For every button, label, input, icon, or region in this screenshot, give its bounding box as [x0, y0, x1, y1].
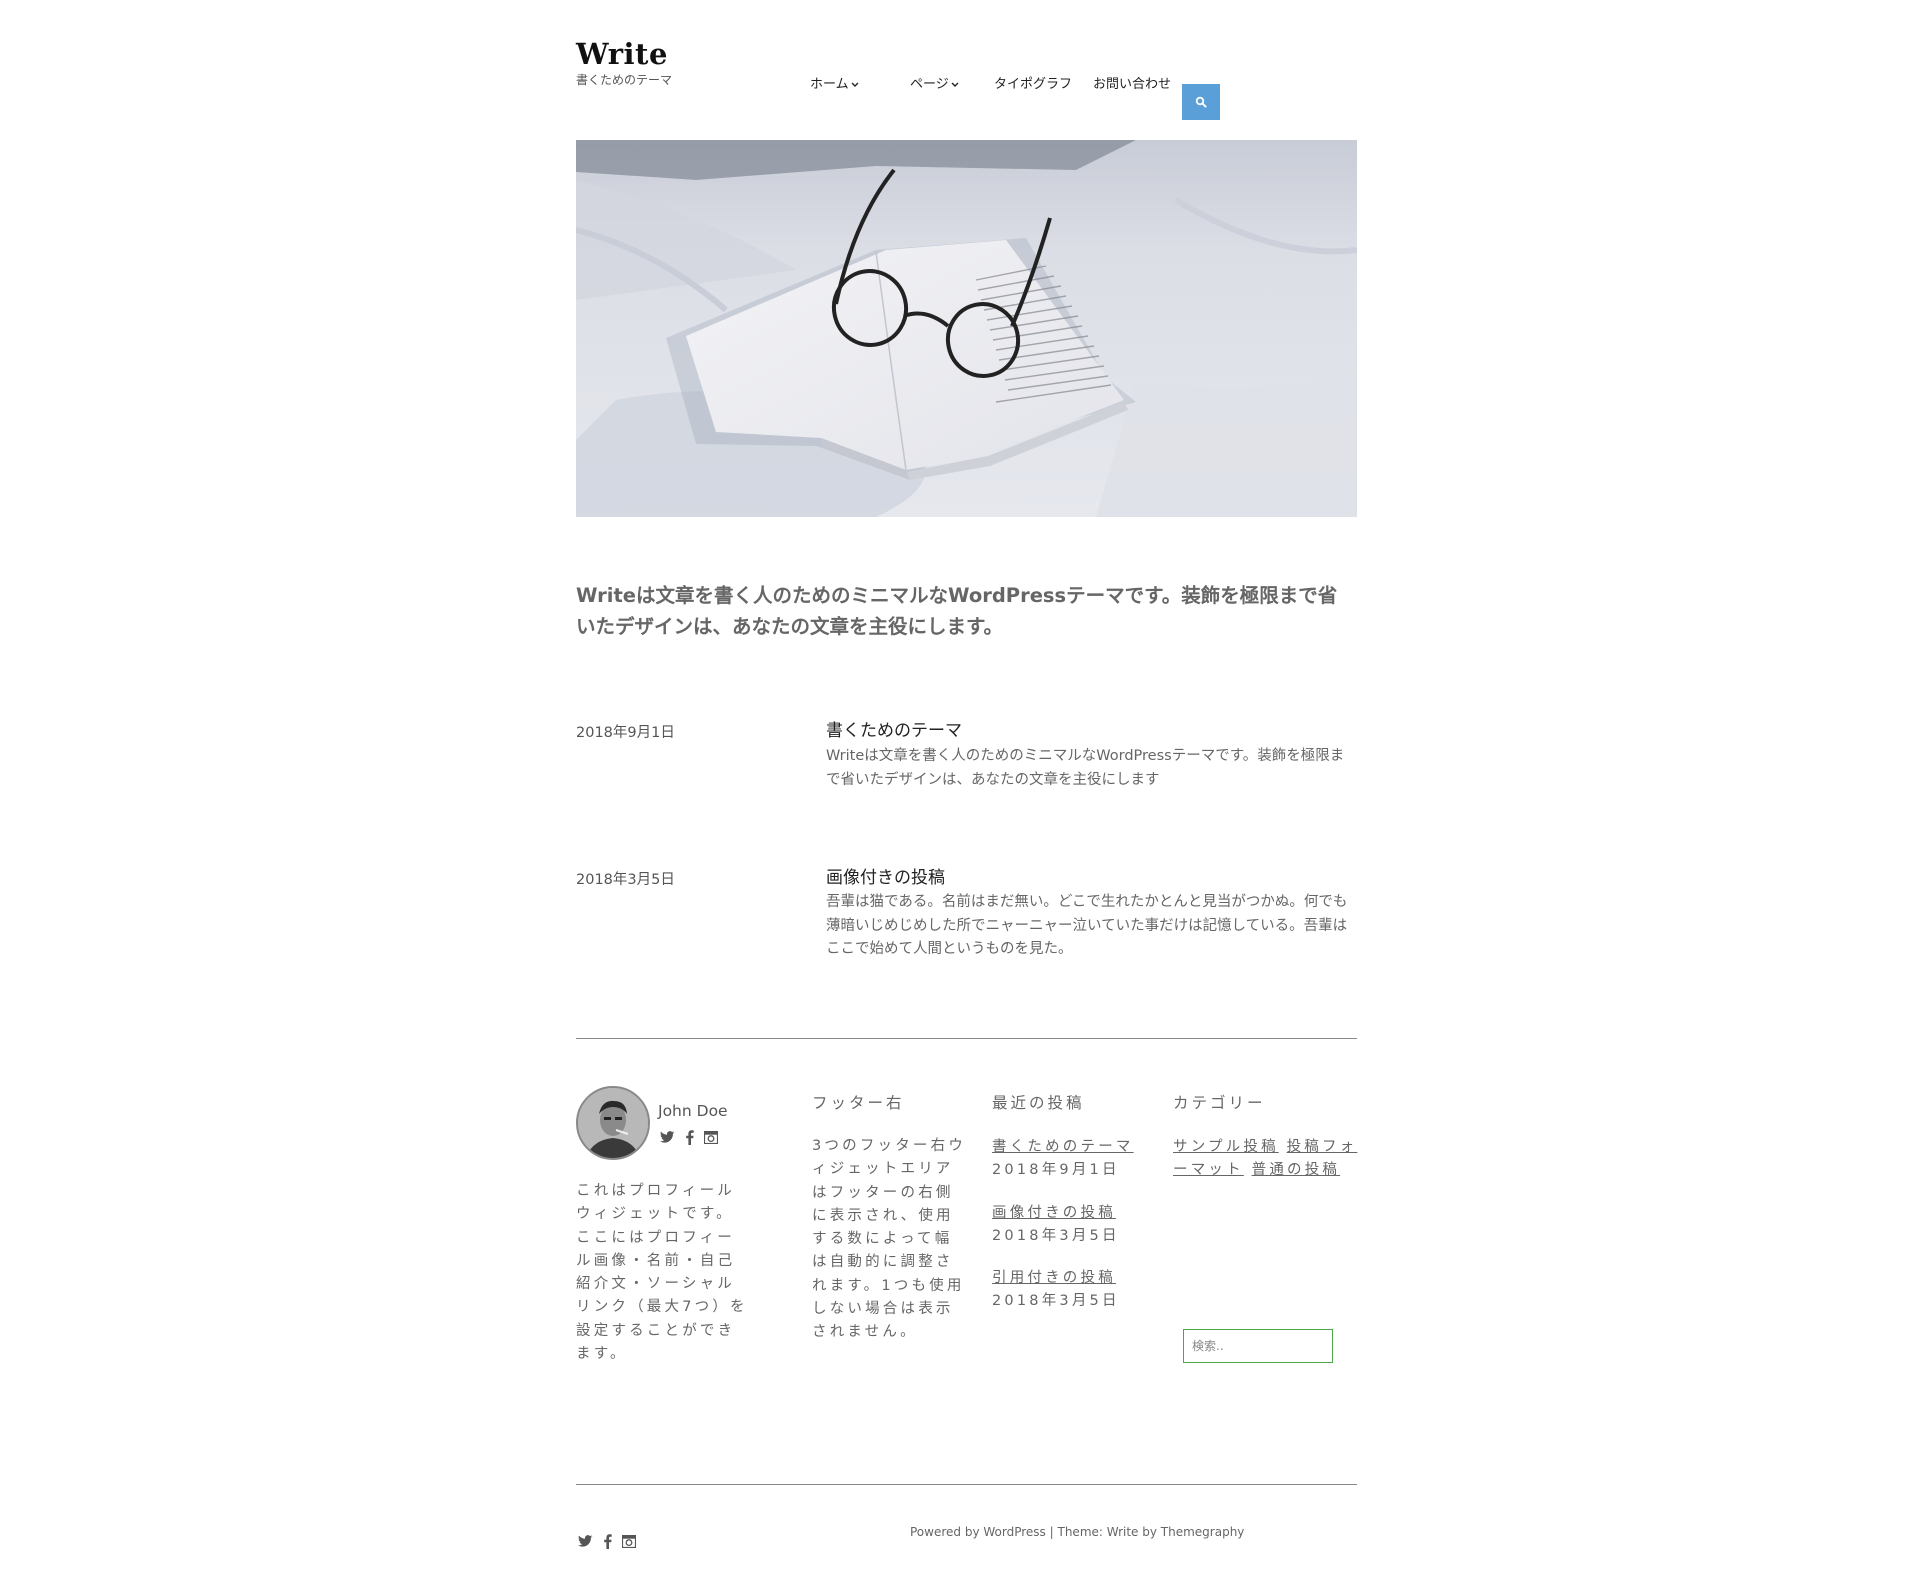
nav-item-pages[interactable]: ページ — [910, 77, 959, 93]
nav-item-contact[interactable]: お問い合わせ — [1093, 77, 1171, 93]
site-title[interactable]: Write — [576, 36, 668, 72]
profile-social-links — [660, 1130, 718, 1145]
nav-item-label: ページ — [910, 77, 949, 92]
site-tagline: 書くためのテーマ — [576, 73, 673, 87]
twitter-icon[interactable] — [660, 1131, 675, 1144]
post-title-link[interactable]: 画像付きの投稿 — [826, 867, 945, 889]
facebook-icon[interactable] — [685, 1130, 694, 1145]
instagram-icon[interactable] — [622, 1535, 636, 1548]
theme-credit-link[interactable]: Theme: Write by Themegraphy — [1058, 1525, 1245, 1539]
recent-post-item: 引用付きの投稿 2018年3月5日 — [992, 1267, 1162, 1314]
profile-name: John Doe — [658, 1102, 728, 1120]
recent-post-item: 書くためのテーマ 2018年9月1日 — [992, 1136, 1162, 1183]
header-search-button[interactable] — [1182, 84, 1220, 120]
footer-search-input[interactable] — [1183, 1329, 1333, 1363]
search-icon — [1195, 96, 1207, 108]
chevron-down-icon — [951, 82, 959, 87]
nav-item-label: タイポグラフ — [994, 77, 1073, 92]
nav-item-label: お問い合わせ — [1093, 77, 1172, 92]
bottom-divider — [576, 1484, 1357, 1485]
post-excerpt: 吾輩は猫である。名前はまだ無い。どこで生れたかとんと見当がつかぬ。何でも薄暗いじ… — [826, 894, 1348, 957]
intro-text: Writeは文章を書く人のためのミニマルなWordPressテーマです。装飾を極… — [576, 584, 1338, 638]
widget-title: 最近の投稿 — [992, 1094, 1085, 1112]
footer-divider — [576, 1038, 1357, 1039]
nav-item-label: ホーム — [810, 77, 849, 92]
category-list: サンプル投稿 投稿フォーマット 普通の投稿 — [1173, 1136, 1358, 1183]
profile-bio: これはプロフィールウィジェットです。ここにはプロフィール画像・名前・自己紹介文・… — [576, 1183, 748, 1363]
post-date: 2018年9月1日 — [576, 725, 675, 741]
profile-avatar — [576, 1086, 650, 1160]
chevron-down-icon — [851, 82, 859, 87]
category-link[interactable]: サンプル投稿 — [1173, 1139, 1279, 1155]
recent-post-link[interactable]: 引用付きの投稿 — [992, 1267, 1162, 1290]
widget-title: カテゴリー — [1173, 1094, 1266, 1112]
site-credits: Powered by WordPress | Theme: Write by T… — [910, 1524, 1244, 1540]
recent-post-link[interactable]: 画像付きの投稿 — [992, 1202, 1162, 1225]
recent-post-date: 2018年3月5日 — [992, 1228, 1120, 1245]
post-date: 2018年3月5日 — [576, 872, 675, 888]
nav-item-home[interactable]: ホーム — [810, 77, 859, 93]
post-excerpt: Writeは文章を書く人のためのミニマルなWordPressテーマです。装飾を極… — [826, 748, 1345, 788]
credits-separator: | — [1049, 1525, 1054, 1539]
recent-post-link[interactable]: 書くためのテーマ — [992, 1136, 1162, 1159]
post-title-link[interactable]: 書くためのテーマ — [826, 720, 962, 742]
recent-post-item: 画像付きの投稿 2018年3月5日 — [992, 1202, 1162, 1249]
instagram-icon[interactable] — [704, 1131, 718, 1144]
widget-text: 3つのフッター右ウィジェットエリアはフッターの右側に表示され、使用する数によって… — [812, 1138, 967, 1341]
twitter-icon[interactable] — [578, 1535, 593, 1548]
nav-item-typography[interactable]: タイポグラフ — [994, 77, 1072, 93]
category-link[interactable]: 普通の投稿 — [1252, 1162, 1341, 1178]
recent-post-date: 2018年3月5日 — [992, 1293, 1120, 1310]
facebook-icon[interactable] — [603, 1534, 612, 1549]
bottom-social-links — [578, 1534, 636, 1549]
widget-title: フッター右 — [812, 1094, 905, 1112]
powered-by-link[interactable]: Powered by WordPress — [910, 1525, 1046, 1539]
recent-post-date: 2018年9月1日 — [992, 1162, 1120, 1179]
hero-image — [576, 140, 1357, 517]
